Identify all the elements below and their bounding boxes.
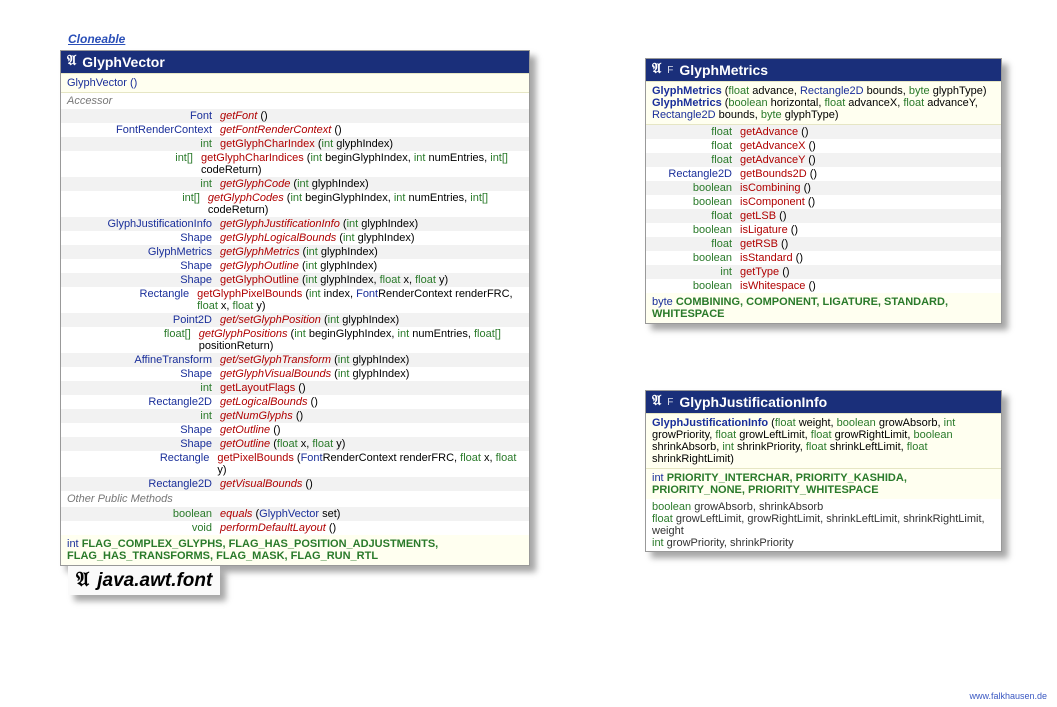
class-icon: 𝔄 (652, 62, 661, 78)
method-row: floatgetAdvanceX () (646, 139, 1001, 153)
glyphmetrics-card: 𝔄 F GlyphMetrics GlyphMetrics (float adv… (645, 58, 1002, 324)
method-row: Rectangle2DgetVisualBounds () (61, 477, 529, 491)
method-row: booleanisLigature () (646, 223, 1001, 237)
method-row: ShapegetGlyphOutline (int glyphIndex, fl… (61, 273, 529, 287)
glyphjust-flags: int PRIORITY_INTERCHAR, PRIORITY_KASHIDA… (646, 469, 1001, 499)
package-icon: 𝔄 (76, 569, 89, 592)
method-row: int[]getGlyphCharIndices (int beginGlyph… (61, 151, 529, 177)
glyphvector-title: GlyphVector (82, 54, 164, 70)
method-row: ShapegetGlyphVisualBounds (int glyphInde… (61, 367, 529, 381)
glyphjust-fields: boolean growAbsorb, shrinkAbsorbfloat gr… (646, 499, 1001, 551)
method-row: floatgetRSB () (646, 237, 1001, 251)
class-icon: 𝔄 (652, 394, 661, 410)
method-row: booleanisCombining () (646, 181, 1001, 195)
method-row: intgetType () (646, 265, 1001, 279)
method-row: booleanequals (GlyphVector set) (61, 507, 529, 521)
glyphvector-card: 𝔄 GlyphVector GlyphVector () AccessorFon… (60, 50, 530, 566)
method-row: ShapegetGlyphLogicalBounds (int glyphInd… (61, 231, 529, 245)
method-row: RectanglegetPixelBounds (FontRenderConte… (61, 451, 529, 477)
section-label: Accessor (61, 93, 529, 109)
package-text: java.awt.font (97, 570, 212, 592)
method-row: ShapegetOutline () (61, 423, 529, 437)
method-row: booleanisComponent () (646, 195, 1001, 209)
glyphvector-constructor: GlyphVector () (61, 73, 529, 93)
method-row: FontgetFont () (61, 109, 529, 123)
method-row: AffineTransformget/setGlyphTransform (in… (61, 353, 529, 367)
method-row: ShapegetOutline (float x, float y) (61, 437, 529, 451)
glyphvector-body: AccessorFontgetFont ()FontRenderContextg… (61, 93, 529, 535)
method-row: booleanisWhitespace () (646, 279, 1001, 293)
method-row: intgetLayoutFlags () (61, 381, 529, 395)
glyphmetrics-constructors: GlyphMetrics (float advance, Rectangle2D… (646, 81, 1001, 125)
method-row: GlyphMetricsgetGlyphMetrics (int glyphIn… (61, 245, 529, 259)
method-row: Rectangle2DgetLogicalBounds () (61, 395, 529, 409)
glyphvector-header: 𝔄 GlyphVector (61, 51, 529, 73)
glyphmetrics-header: 𝔄 F GlyphMetrics (646, 59, 1001, 81)
method-row: intgetGlyphCode (int glyphIndex) (61, 177, 529, 191)
credit-link[interactable]: www.falkhausen.de (969, 691, 1047, 701)
method-row: int[]getGlyphCodes (int beginGlyphIndex,… (61, 191, 529, 217)
method-row: floatgetAdvance () (646, 125, 1001, 139)
glyphjust-card: 𝔄 F GlyphJustificationInfo GlyphJustific… (645, 390, 1002, 552)
method-row: floatgetAdvanceY () (646, 153, 1001, 167)
glyphmetrics-body: floatgetAdvance ()floatgetAdvanceX ()flo… (646, 125, 1001, 293)
section-label: Other Public Methods (61, 491, 529, 507)
method-row: voidperformDefaultLayout () (61, 521, 529, 535)
method-row: floatgetLSB () (646, 209, 1001, 223)
glyphmetrics-flags: byte COMBINING, COMPONENT, LIGATURE, STA… (646, 293, 1001, 323)
method-row: GlyphJustificationInfogetGlyphJustificat… (61, 217, 529, 231)
package-label: 𝔄 java.awt.font (68, 566, 220, 595)
method-row: intgetNumGlyphs () (61, 409, 529, 423)
cloneable-link[interactable]: Cloneable (68, 32, 125, 46)
glyphmetrics-title: GlyphMetrics (679, 62, 768, 78)
glyphvector-flags: int FLAG_COMPLEX_GLYPHS, FLAG_HAS_POSITI… (61, 535, 529, 565)
method-row: Rectangle2DgetBounds2D () (646, 167, 1001, 181)
class-icon: 𝔄 (67, 54, 76, 70)
final-badge: F (667, 397, 673, 408)
glyphjust-header: 𝔄 F GlyphJustificationInfo (646, 391, 1001, 413)
method-row: RectanglegetGlyphPixelBounds (int index,… (61, 287, 529, 313)
method-row: ShapegetGlyphOutline (int glyphIndex) (61, 259, 529, 273)
method-row: FontRenderContextgetFontRenderContext () (61, 123, 529, 137)
method-row: intgetGlyphCharIndex (int glyphIndex) (61, 137, 529, 151)
final-badge: F (667, 65, 673, 76)
method-row: Point2Dget/setGlyphPosition (int glyphIn… (61, 313, 529, 327)
glyphjust-constructor: GlyphJustificationInfo (float weight, bo… (646, 413, 1001, 469)
method-row: float[]getGlyphPositions (int beginGlyph… (61, 327, 529, 353)
glyphjust-title: GlyphJustificationInfo (679, 394, 827, 410)
method-row: booleanisStandard () (646, 251, 1001, 265)
